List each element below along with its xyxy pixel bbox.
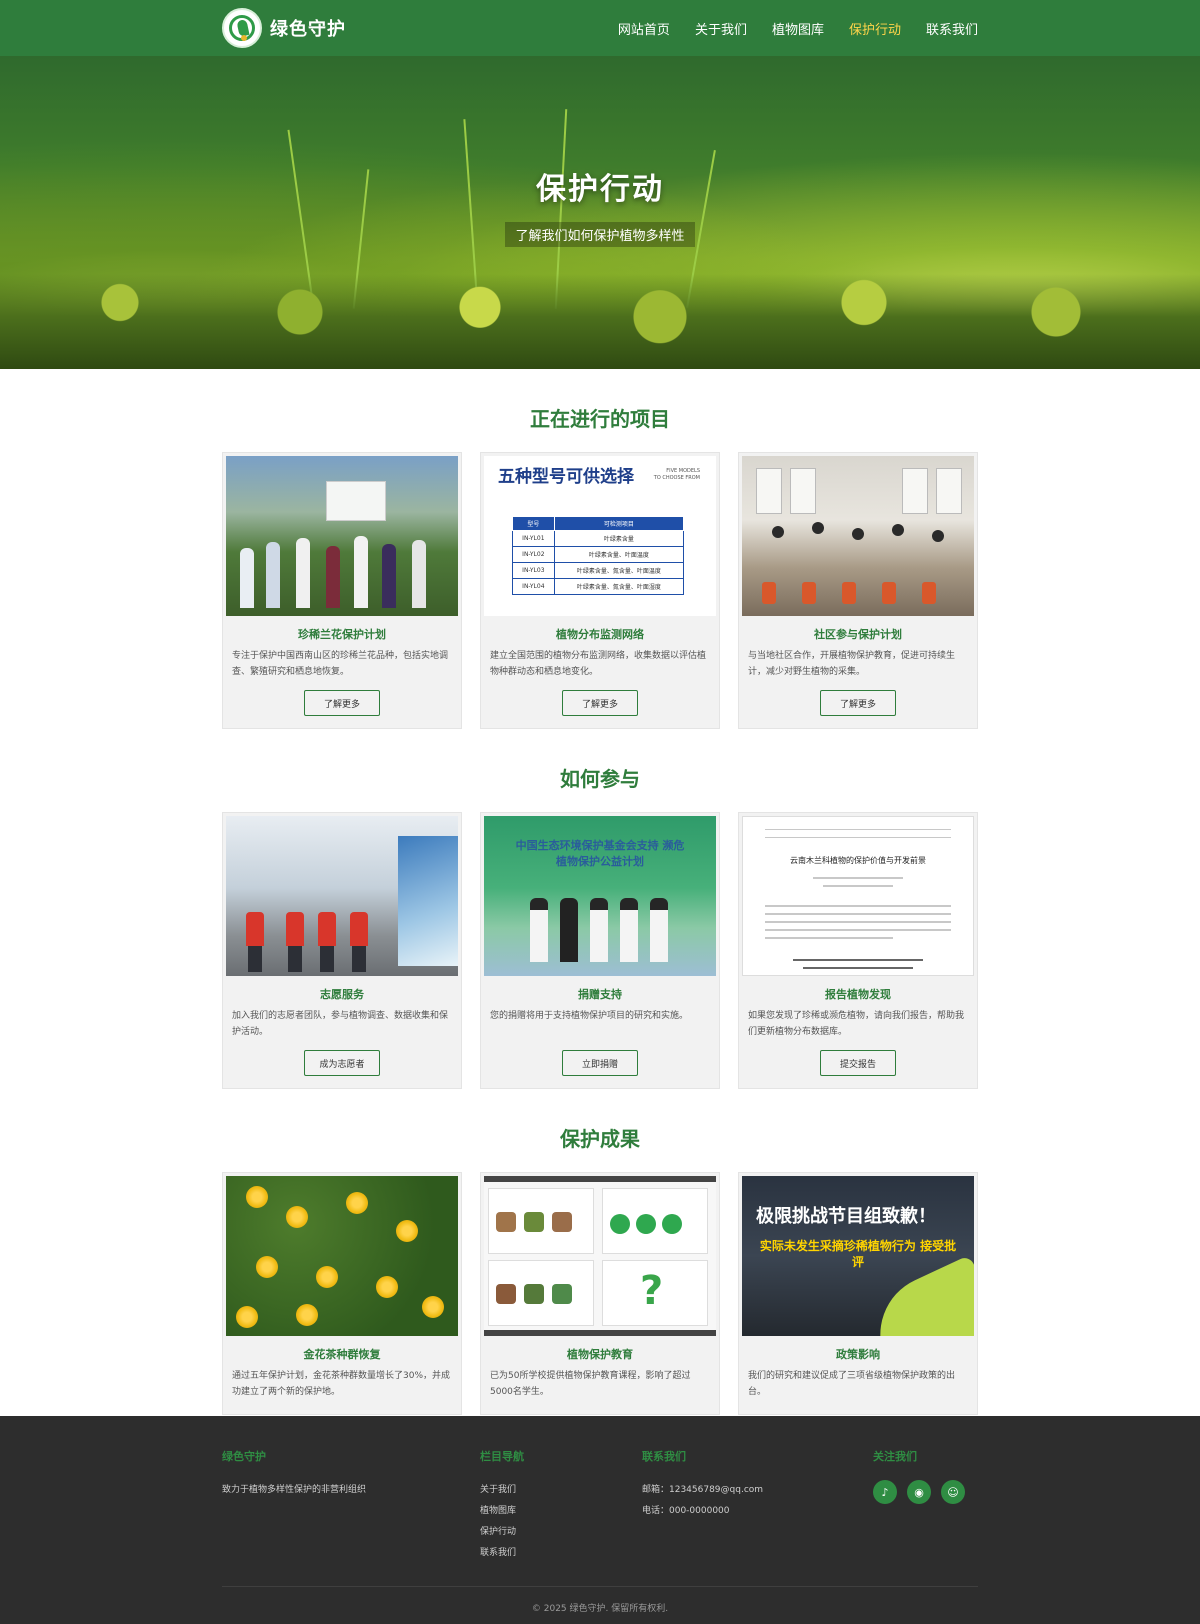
donation-event-photo: 中国生态环境保护基金会支持 濒危植物保护公益计划 (484, 816, 716, 976)
section-title: 如何参与 (560, 767, 640, 791)
section-title: 保护成果 (560, 1127, 640, 1151)
site-footer: 绿色守护 致力于植物多样性保护的非营利组织 栏目导航 关于我们 植物图库 保护行… (0, 1416, 1200, 1624)
submit-report-button[interactable]: 提交报告 (820, 1050, 896, 1076)
achievement-card: 金花茶种群恢复 通过五年保护计划，金花茶种群数量增长了30%，并成功建立了两个新… (222, 1172, 462, 1415)
policy-news-image: 极限挑战节目组致歉！ 实际未发生采摘珍稀植物行为 接受批评 (742, 1176, 974, 1336)
card-description: 建立全国范围的植物分布监测网络，收集数据以评估植物种群动态和栖息地变化。 (490, 651, 707, 677)
question-mark-icon: ? (640, 1268, 664, 1314)
footer-link-actions[interactable]: 保护行动 (480, 1522, 524, 1543)
main-nav: 网站首页 关于我们 植物图库 保护行动 联系我们 (618, 19, 978, 38)
footer-contact: 联系我们 邮箱：123456789@qq.com 电话：000-0000000 (642, 1448, 763, 1522)
hero-subtitle: 了解我们如何保护植物多样性 (505, 222, 695, 247)
donate-now-button[interactable]: 立即捐赠 (562, 1050, 638, 1076)
footer-link-about[interactable]: 关于我们 (480, 1480, 524, 1501)
logo-icon (222, 8, 262, 48)
table-row: IN-YL03 叶绿素含量、氮含量、叶面温度 (512, 562, 685, 579)
footer-heading: 栏目导航 (480, 1450, 524, 1463)
table-header: 可检测项目 (553, 516, 685, 531)
project-card: 社区参与保护计划 与当地社区合作，开展植物保护教育，促进可持续生计，减少对野生植… (738, 452, 978, 729)
card-description: 与当地社区合作，开展植物保护教育，促进可持续生计，减少对野生植物的采集。 (748, 651, 956, 677)
card-title: 志愿服务 (320, 988, 364, 1001)
nav-gallery[interactable]: 植物图库 (772, 19, 824, 38)
card-title: 植物分布监测网络 (556, 628, 644, 641)
volunteer-photo (226, 816, 458, 976)
achievement-card: ? 植物保护教育 已为50所学校提供植物保护教育课程，影响了超过5000名学生。 (480, 1172, 720, 1415)
footer-heading: 联系我们 (642, 1450, 686, 1463)
card-title: 植物保护教育 (567, 1348, 633, 1361)
participation-card: 云南木兰科植物的保护价值与开发前景 报告植物发现 如果您发现了珍稀或濒危植物，请… (738, 812, 978, 1089)
nav-home[interactable]: 网站首页 (618, 19, 670, 38)
card-title: 政策影响 (836, 1348, 880, 1361)
copyright: © 2025 绿色守护. 保留所有权利. (222, 1586, 978, 1614)
tiktok-icon[interactable]: ♪ (873, 1480, 897, 1504)
card-description: 您的捐赠将用于支持植物保护项目的研究和实施。 (490, 1011, 689, 1021)
donation-banner-text: 中国生态环境保护基金会支持 濒危植物保护公益计划 (515, 839, 685, 868)
card-title: 报告植物发现 (825, 988, 891, 1001)
table-row: IN-YL02 叶绿素含量、叶面温度 (512, 546, 685, 563)
footer-phone: 电话：000-0000000 (642, 1506, 730, 1516)
card-title: 捐赠支持 (578, 988, 622, 1001)
footer-email: 邮箱：123456789@qq.com (642, 1485, 764, 1495)
footer-heading: 绿色守护 (222, 1450, 266, 1463)
section-title: 正在进行的项目 (530, 407, 670, 431)
card-description: 如果您发现了珍稀或濒危植物，请向我们报告，帮助我们更新植物分布数据库。 (748, 1011, 965, 1037)
paper-title: 云南木兰科植物的保护价值与开发前景 (790, 856, 926, 865)
footer-link-contact[interactable]: 联系我们 (480, 1543, 524, 1564)
footer-about-text: 致力于植物多样性保护的非营利组织 (222, 1485, 367, 1495)
table-row: IN-YL01 叶绿素含量 (512, 530, 685, 547)
camellia-photo (226, 1176, 458, 1336)
research-paper-image: 云南木兰科植物的保护价值与开发前景 (742, 816, 974, 976)
achievements-section: 保护成果 金花茶种群恢复 通过五年保护计划，金花茶种群数量增长了30%，并成功建… (222, 1089, 978, 1415)
footer-nav: 栏目导航 关于我们 植物图库 保护行动 联系我们 (480, 1448, 524, 1564)
card-title: 社区参与保护计划 (814, 628, 902, 641)
community-meeting-photo (742, 456, 974, 616)
nav-about[interactable]: 关于我们 (695, 19, 747, 38)
policy-subheadline: 实际未发生采摘珍稀植物行为 接受批评 (759, 1239, 957, 1269)
nav-actions[interactable]: 保护行动 (849, 19, 901, 38)
brand[interactable]: 绿色守护 (222, 8, 346, 48)
footer-about: 绿色守护 致力于植物多样性保护的非营利组织 (222, 1448, 366, 1501)
project-card: 珍稀兰花保护计划 专注于保护中国西南山区的珍稀兰花品种，包括实地调查、繁殖研究和… (222, 452, 462, 729)
how-to-join-section: 如何参与 志愿服务 加入我们的志愿者团队，参与植物调查、数据收集和保护活动。 成… (222, 729, 978, 1089)
participation-card: 志愿服务 加入我们的志愿者团队，参与植物调查、数据收集和保护活动。 成为志愿者 (222, 812, 462, 1089)
card-description: 通过五年保护计划，金花茶种群数量增长了30%，并成功建立了两个新的保护地。 (232, 1371, 451, 1397)
models-table-image: 五种型号可供选择 FIVE MODELS TO CHOOSE FROM 型号 可检测… (484, 456, 716, 616)
footer-social: 关注我们 ♪ ◉ ☺ (873, 1448, 965, 1504)
wechat-icon[interactable]: ☺ (941, 1480, 965, 1504)
weibo-icon[interactable]: ◉ (907, 1480, 931, 1504)
table-sub-line: TO CHOOSE FROM (653, 475, 700, 481)
card-title: 金花茶种群恢复 (303, 1348, 381, 1361)
learn-more-button[interactable]: 了解更多 (820, 690, 896, 716)
brand-name: 绿色守护 (270, 19, 346, 40)
card-description: 加入我们的志愿者团队，参与植物调查、数据收集和保护活动。 (232, 1011, 449, 1037)
footer-link-gallery[interactable]: 植物图库 (480, 1501, 524, 1522)
table-sub-line: FIVE MODELS (666, 468, 700, 474)
ongoing-projects-section: 正在进行的项目 珍稀兰花保护计划 专注于保护中国西南山区的珍稀兰花品种，包括实地… (222, 369, 978, 729)
orchid-team-photo (226, 456, 458, 616)
nav-contact[interactable]: 联系我们 (926, 19, 978, 38)
footer-heading: 关注我们 (873, 1450, 917, 1463)
card-description: 专注于保护中国西南山区的珍稀兰花品种，包括实地调查、繁殖研究和栖息地恢复。 (232, 651, 449, 677)
site-header: 绿色守护 网站首页 关于我们 植物图库 保护行动 联系我们 (0, 0, 1200, 56)
participation-card: 中国生态环境保护基金会支持 濒危植物保护公益计划 捐赠支持 您的捐赠将用于支持植… (480, 812, 720, 1089)
table-image-title: 五种型号可供选择 (498, 467, 634, 487)
become-volunteer-button[interactable]: 成为志愿者 (304, 1050, 380, 1076)
education-slides-image: ? (484, 1176, 716, 1336)
learn-more-button[interactable]: 了解更多 (562, 690, 638, 716)
card-title: 珍稀兰花保护计划 (298, 628, 386, 641)
hero-title: 保护行动 (536, 172, 664, 207)
table-header: 型号 (512, 516, 555, 531)
hero-banner: 保护行动 了解我们如何保护植物多样性 (0, 56, 1200, 369)
policy-headline: 极限挑战节目组致歉！ (756, 1206, 936, 1227)
card-description: 我们的研究和建议促成了三项省级植物保护政策的出台。 (748, 1371, 956, 1397)
models-table: 型号 可检测项目 IN-YL01 叶绿素含量 IN-YL02 叶绿素含量、叶面温度 I… (512, 516, 685, 595)
card-description: 已为50所学校提供植物保护教育课程，影响了超过5000名学生。 (490, 1371, 691, 1397)
project-card: 五种型号可供选择 FIVE MODELS TO CHOOSE FROM 型号 可检测… (480, 452, 720, 729)
achievement-card: 极限挑战节目组致歉！ 实际未发生采摘珍稀植物行为 接受批评 政策影响 我们的研究… (738, 1172, 978, 1415)
learn-more-button[interactable]: 了解更多 (304, 690, 380, 716)
table-row: IN-YL04 叶绿素含量、氮含量、叶面湿度 (512, 578, 685, 595)
